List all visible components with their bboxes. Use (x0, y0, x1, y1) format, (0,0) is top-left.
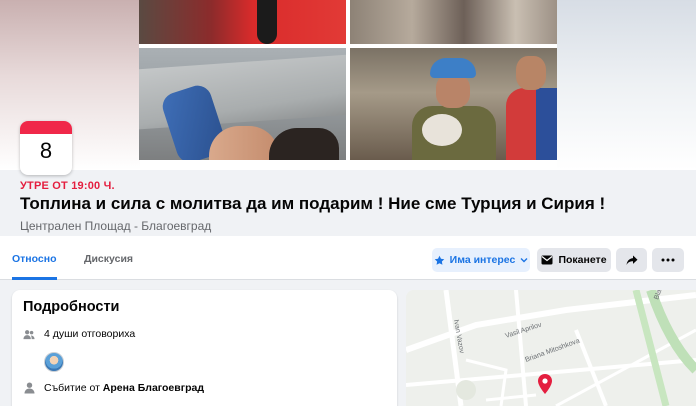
date-badge-top (20, 121, 72, 134)
tab-discussion-label: Дискусия (84, 253, 134, 265)
organizer-text: Събитие от Арена Благоевград (44, 382, 204, 394)
event-location[interactable]: Централен Площад - Благоевград (20, 219, 211, 233)
share-arrow-icon (626, 255, 637, 265)
event-title: Топлина и сила с молитва да им подарим !… (20, 194, 606, 213)
details-card: Подробности 4 души отговориха Събитие от… (12, 290, 397, 406)
envelope-icon (541, 255, 553, 265)
share-button[interactable] (616, 248, 647, 272)
cover-photo-4 (350, 48, 557, 160)
avatar[interactable] (44, 352, 64, 372)
responded-text: 4 души отговориха (44, 328, 136, 340)
cover-photo-1 (139, 0, 346, 44)
invite-label: Поканете (558, 254, 607, 266)
location-map[interactable]: Vasil Aprilov Briana Mitoshkova Ivan Vaz… (406, 290, 696, 406)
tab-about[interactable]: Относно (12, 236, 57, 280)
event-cover (0, 0, 696, 170)
cover-photo-3 (139, 48, 346, 160)
chevron-down-icon (520, 258, 528, 263)
organizer-row: Събитие от Арена Благоевград (23, 382, 204, 394)
organizer-link[interactable]: Арена Благоевград (103, 382, 204, 394)
person-icon (23, 382, 35, 394)
more-options-button[interactable] (652, 248, 684, 272)
cover-photo-collage[interactable] (139, 0, 557, 160)
tab-discussion[interactable]: Дискусия (84, 236, 133, 280)
event-day: 8 (39, 138, 53, 163)
responded-row[interactable]: 4 души отговориха (23, 328, 135, 340)
star-icon (434, 255, 444, 265)
cover-photo-2 (350, 0, 557, 44)
map-pin-icon (538, 374, 552, 394)
event-time: УТРЕ ОТ 19:00 Ч. (20, 180, 115, 192)
details-heading: Подробности (23, 299, 120, 315)
ellipsis-icon (661, 258, 675, 262)
date-badge: 8 (20, 121, 72, 175)
people-icon (23, 328, 35, 340)
organizer-prefix: Събитие от (44, 382, 100, 394)
tab-about-label: Относно (12, 253, 57, 265)
invite-button[interactable]: Поканете (537, 248, 611, 272)
interested-button[interactable]: Има интерес (432, 248, 530, 272)
interested-label: Има интерес (449, 254, 516, 266)
